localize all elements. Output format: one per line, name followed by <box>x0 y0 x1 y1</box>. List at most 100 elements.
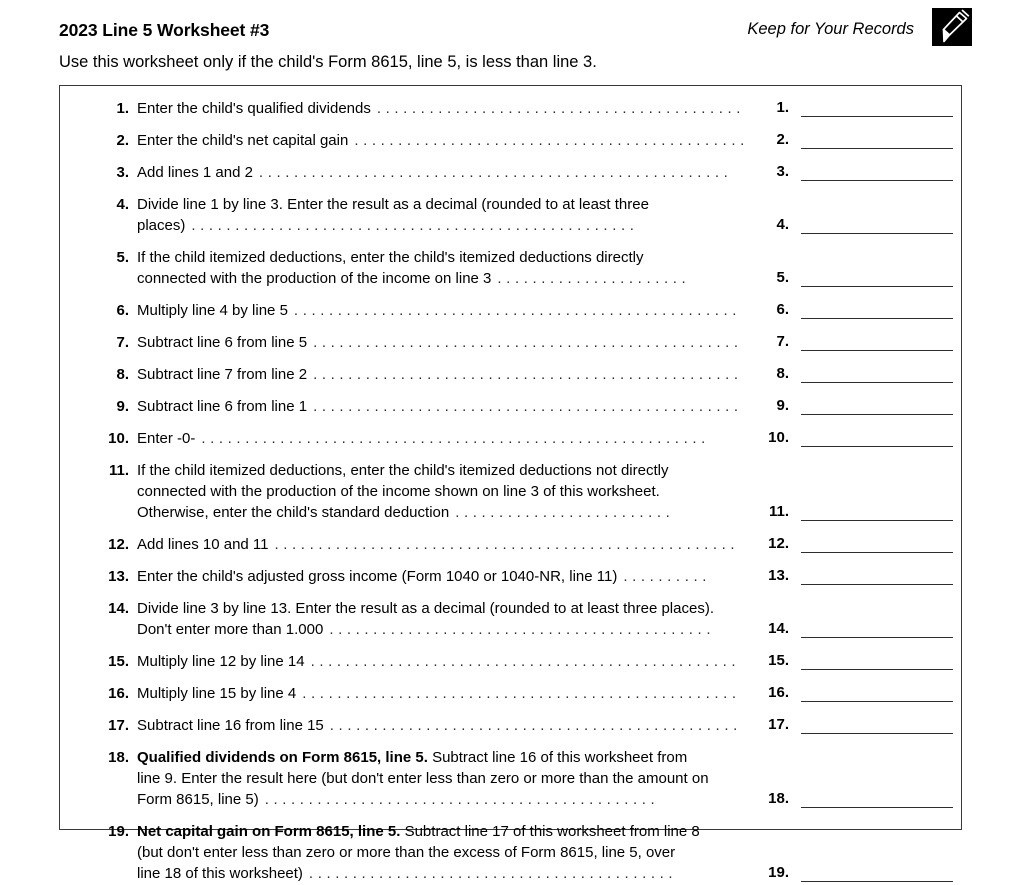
page-title: 2023 Line 5 Worksheet #3 <box>59 20 270 40</box>
answer-line-number: 4. <box>776 216 789 233</box>
worksheet-line-description: 10. Enter -0-............................… <box>99 428 749 449</box>
answer-blank-rule[interactable] <box>801 446 953 447</box>
answer-field[interactable]: 3. <box>757 162 957 184</box>
answer-field[interactable]: 1. <box>757 98 957 120</box>
worksheet-line-text: Subtract line 7 from line 2.............… <box>137 366 743 383</box>
answer-blank-rule[interactable] <box>801 414 953 415</box>
worksheet-line-description: 13. Enter the child's adjusted gross inco… <box>99 566 749 587</box>
leader-dots: ........................................… <box>329 621 716 638</box>
answer-line-number: 17. <box>768 716 789 733</box>
answer-blank-rule[interactable] <box>801 286 953 287</box>
answer-line-number: 2. <box>776 131 789 148</box>
leader-dots: ........................................… <box>354 132 749 149</box>
answer-line-number: 18. <box>768 790 789 807</box>
worksheet-box: 1. Enter the child's qualified dividends.… <box>59 85 962 882</box>
answer-blank-rule[interactable] <box>801 584 953 585</box>
worksheet-line-text: Enter the child's qualified dividends...… <box>137 100 746 117</box>
answer-field[interactable]: 11. <box>757 502 957 524</box>
leader-dots: ...................... <box>497 270 691 287</box>
answer-blank-rule[interactable] <box>801 520 953 521</box>
answer-line-number: 16. <box>768 684 789 701</box>
leader-dots: ........................................… <box>264 791 660 808</box>
answer-field[interactable]: 19. <box>757 863 957 885</box>
worksheet-line-number: 2. <box>116 132 129 149</box>
leader-dots: ........................................… <box>329 717 742 734</box>
leader-dots: ......................... <box>455 504 675 521</box>
worksheet-line-number: 17. <box>108 717 129 734</box>
worksheet-line-description: 1. Enter the child's qualified dividends.… <box>99 98 749 119</box>
answer-field[interactable]: 8. <box>757 364 957 386</box>
leader-dots: ........................................… <box>308 865 678 882</box>
answer-blank-rule[interactable] <box>801 180 953 181</box>
answer-line-number: 8. <box>776 365 789 382</box>
worksheet-line-number: 1. <box>116 100 129 117</box>
leader-dots: ........................................… <box>313 366 743 383</box>
worksheet-line-number: 11. <box>108 462 129 479</box>
answer-field[interactable]: 4. <box>757 215 957 237</box>
leader-dots: ........................................… <box>302 685 741 702</box>
worksheet-line-bold-lead: Net capital gain on Form 8615, line 5. <box>137 823 401 840</box>
leader-dots: ........................................… <box>274 536 740 553</box>
answer-blank-rule[interactable] <box>801 669 953 670</box>
answer-blank-rule[interactable] <box>801 701 953 702</box>
worksheet-line-text: Subtract line 6 from line 1.............… <box>137 398 743 415</box>
answer-field[interactable]: 18. <box>757 789 957 811</box>
answer-blank-rule[interactable] <box>801 733 953 734</box>
answer-field[interactable]: 10. <box>757 428 957 450</box>
answer-line-number: 5. <box>776 269 789 286</box>
worksheet-line-number: 13. <box>108 568 129 585</box>
answer-blank-rule[interactable] <box>801 807 953 808</box>
answer-line-number: 9. <box>776 397 789 414</box>
worksheet-line-description: 9. Subtract line 6 from line 1...........… <box>99 396 749 417</box>
worksheet-rows: 1. Enter the child's qualified dividends.… <box>60 86 961 882</box>
worksheet-line-description: 17. Subtract line 16 from line 15........… <box>99 715 749 736</box>
answer-line-number: 11. <box>768 503 789 520</box>
worksheet-line-description: 4. Divide line 1 by line 3. Enter the res… <box>99 194 749 236</box>
answer-field[interactable]: 7. <box>757 332 957 354</box>
answer-line-number: 12. <box>768 535 789 552</box>
worksheet-line-text: Net capital gain on Form 8615, line 5. S… <box>137 823 700 882</box>
answer-blank-rule[interactable] <box>801 233 953 234</box>
answer-blank-rule[interactable] <box>801 552 953 553</box>
answer-blank-rule[interactable] <box>801 318 953 319</box>
worksheet-line-number: 4. <box>116 196 129 213</box>
answer-blank-rule[interactable] <box>801 637 953 638</box>
answer-field[interactable]: 5. <box>757 268 957 290</box>
worksheet-line-description: 7. Subtract line 6 from line 5...........… <box>99 332 749 353</box>
leader-dots: ........................................… <box>313 398 743 415</box>
answer-line-number: 1. <box>776 99 789 116</box>
leader-dots: .......... <box>623 568 712 585</box>
worksheet-line-text: Multiply line 15 by line 4..............… <box>137 685 741 702</box>
leader-dots: ........................................… <box>201 430 710 447</box>
answer-field[interactable]: 13. <box>757 566 957 588</box>
leader-dots: ........................................… <box>293 302 742 319</box>
worksheet-line-text: Subtract line 6 from line 5.............… <box>137 334 743 351</box>
answer-blank-rule[interactable] <box>801 350 953 351</box>
worksheet-line-number: 5. <box>116 249 129 266</box>
worksheet-line-number: 18. <box>108 749 129 766</box>
answer-blank-rule[interactable] <box>801 881 953 882</box>
worksheet-line-number: 16. <box>108 685 129 702</box>
worksheet-line-number: 15. <box>108 653 129 670</box>
answer-field[interactable]: 2. <box>757 130 957 152</box>
answer-field[interactable]: 9. <box>757 396 957 418</box>
answer-field[interactable]: 17. <box>757 715 957 737</box>
answer-field[interactable]: 15. <box>757 651 957 673</box>
worksheet-line-description: 5. If the child itemized deductions, ente… <box>99 247 749 289</box>
worksheet-line-description: 12. Add lines 10 and 11..................… <box>99 534 749 555</box>
worksheet-line-description: 11. If the child itemized deductions, ent… <box>99 460 749 523</box>
answer-blank-rule[interactable] <box>801 382 953 383</box>
answer-line-number: 6. <box>776 301 789 318</box>
worksheet-line-description: 14. Divide line 3 by line 13. Enter the r… <box>99 598 749 640</box>
worksheet-line-text: Divide line 1 by line 3. Enter the resul… <box>137 196 649 234</box>
keep-for-your-records-label: Keep for Your Records <box>747 20 914 38</box>
worksheet-line-description: 18. Qualified dividends on Form 8615, lin… <box>99 747 749 810</box>
answer-field[interactable]: 12. <box>757 534 957 556</box>
worksheet-line-text: Add lines 1 and 2.......................… <box>137 164 733 181</box>
answer-blank-rule[interactable] <box>801 116 953 117</box>
answer-blank-rule[interactable] <box>801 148 953 149</box>
answer-field[interactable]: 14. <box>757 619 957 641</box>
answer-line-number: 13. <box>768 567 789 584</box>
answer-field[interactable]: 6. <box>757 300 957 322</box>
answer-field[interactable]: 16. <box>757 683 957 705</box>
